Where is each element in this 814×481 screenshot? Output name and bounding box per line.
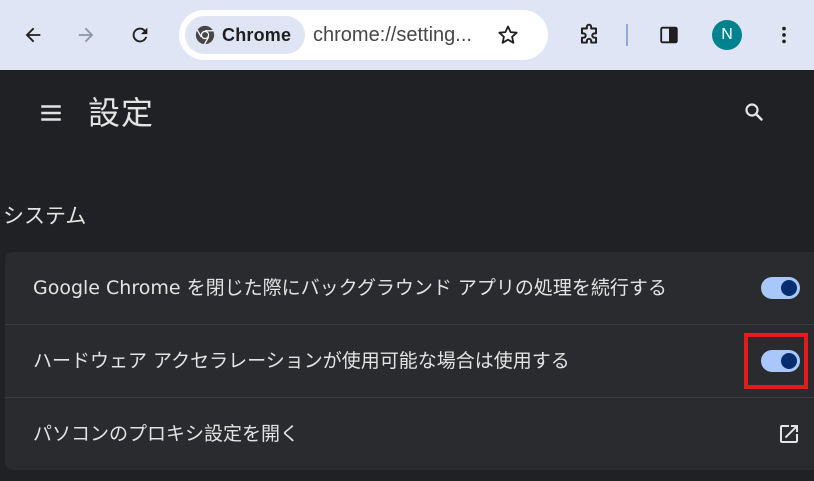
- browser-menu-button[interactable]: [766, 17, 802, 53]
- setting-label: パソコンのプロキシ設定を開く: [33, 423, 300, 445]
- arrow-right-icon: [78, 27, 94, 43]
- extensions-button[interactable]: [571, 17, 607, 53]
- main-menu-button[interactable]: [33, 95, 69, 131]
- side-panel-icon: [660, 26, 678, 44]
- profile-avatar[interactable]: N: [712, 20, 742, 50]
- bookmark-button[interactable]: [490, 17, 526, 53]
- settings-header: 設定: [0, 70, 814, 150]
- chrome-logo-icon: [195, 25, 215, 45]
- back-button[interactable]: [15, 17, 51, 53]
- background-apps-toggle[interactable]: [761, 277, 800, 299]
- toggle-knob: [781, 280, 797, 296]
- browser-toolbar: Chrome chrome://setting... N: [0, 0, 814, 70]
- site-info-chip[interactable]: Chrome: [185, 16, 305, 54]
- setting-row-hardware-acceleration[interactable]: ハードウェア アクセラレーションが使用可能な場合は使用する: [5, 324, 814, 396]
- section-title: システム: [3, 204, 87, 228]
- setting-label: Google Chrome を閉じた際にバックグラウンド アプリの処理を続行する: [33, 277, 667, 299]
- toolbar-divider: [626, 24, 628, 46]
- star-icon: [498, 25, 518, 44]
- hamburger-icon: [41, 105, 61, 121]
- setting-row-background-apps[interactable]: Google Chrome を閉じた際にバックグラウンド アプリの処理を続行する: [5, 252, 814, 324]
- external-link-icon: [780, 425, 798, 443]
- page-title: 設定: [88, 94, 155, 132]
- open-proxy-settings-button[interactable]: [771, 416, 807, 452]
- more-vert-icon: [782, 26, 786, 44]
- setting-label: ハードウェア アクセラレーションが使用可能な場合は使用する: [33, 350, 570, 372]
- hardware-acceleration-toggle[interactable]: [761, 350, 800, 372]
- forward-button[interactable]: [68, 17, 104, 53]
- url-text[interactable]: chrome://setting...: [313, 10, 472, 60]
- toggle-knob: [781, 353, 797, 369]
- side-panel-button[interactable]: [651, 17, 687, 53]
- address-bar[interactable]: Chrome chrome://setting...: [179, 10, 548, 60]
- site-chip-label: Chrome: [222, 24, 292, 45]
- search-settings-button[interactable]: [736, 94, 772, 130]
- puzzle-icon: [580, 23, 598, 44]
- arrow-left-icon: [25, 27, 41, 43]
- system-settings-card: Google Chrome を閉じた際にバックグラウンド アプリの処理を続行する…: [5, 252, 814, 470]
- search-icon: [745, 103, 763, 121]
- reload-icon: [132, 27, 148, 43]
- reload-button[interactable]: [122, 17, 158, 53]
- setting-row-proxy-settings[interactable]: パソコンのプロキシ設定を開く: [5, 397, 814, 469]
